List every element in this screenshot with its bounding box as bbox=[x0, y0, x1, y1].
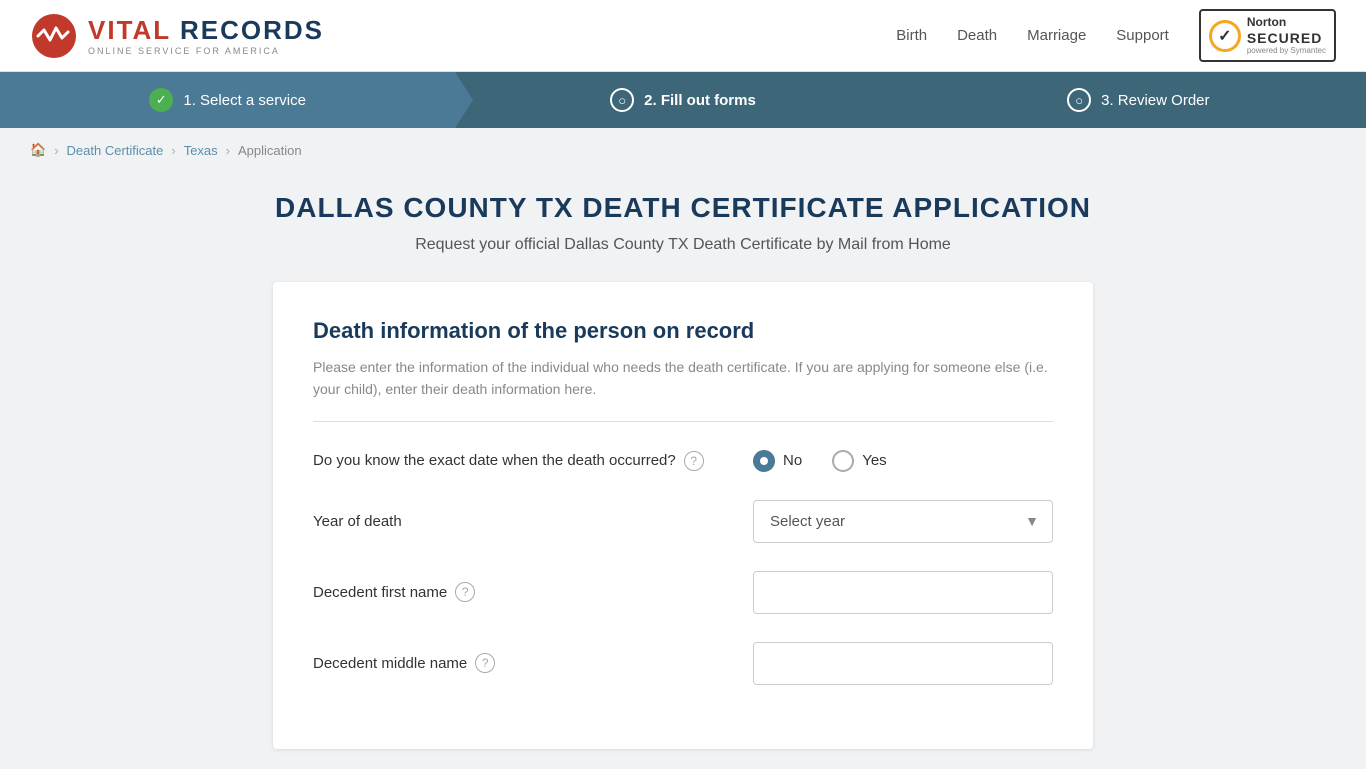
middle-name-label: Decedent middle name ? bbox=[313, 653, 733, 673]
norton-badge: ✓ Norton SECURED powered by Symantec bbox=[1199, 9, 1336, 62]
radio-yes-label: Yes bbox=[862, 452, 886, 469]
form-section-title: Death information of the person on recor… bbox=[313, 318, 1053, 344]
first-name-label: Decedent first name ? bbox=[313, 582, 733, 602]
nav-support[interactable]: Support bbox=[1116, 27, 1169, 44]
step2-icon: ○ bbox=[610, 88, 634, 112]
first-name-row: Decedent first name ? bbox=[313, 571, 1053, 614]
year-of-death-label: Year of death bbox=[313, 513, 733, 530]
radio-no-label: No bbox=[783, 452, 802, 469]
nav-birth[interactable]: Birth bbox=[896, 27, 927, 44]
year-of-death-select[interactable]: Select year20242023202220212020201920182… bbox=[753, 500, 1053, 543]
radio-yes-option[interactable]: Yes bbox=[832, 450, 886, 472]
progress-bar: ✓ 1. Select a service ○ 2. Fill out form… bbox=[0, 72, 1366, 128]
exact-date-radio-group: No Yes bbox=[753, 450, 1053, 472]
header: VITAL RECORDS ONLINE SERVICE FOR AMERICA… bbox=[0, 0, 1366, 72]
breadcrumb-home[interactable]: 🏠 bbox=[30, 142, 46, 158]
progress-step-1: ✓ 1. Select a service bbox=[0, 72, 455, 128]
middle-name-help-icon[interactable]: ? bbox=[475, 653, 495, 673]
logo-text: VITAL RECORDS ONLINE SERVICE FOR AMERICA bbox=[88, 15, 324, 56]
step3-icon: ○ bbox=[1067, 88, 1091, 112]
page-title: DALLAS COUNTY TX DEATH CERTIFICATE APPLI… bbox=[273, 192, 1093, 224]
step1-icon: ✓ bbox=[149, 88, 173, 112]
progress-step-3: ○ 3. Review Order bbox=[911, 72, 1366, 128]
middle-name-input-wrapper bbox=[753, 642, 1053, 685]
logo-vital-text: VITAL bbox=[88, 15, 171, 45]
form-card: Death information of the person on recor… bbox=[273, 282, 1093, 749]
nav-marriage[interactable]: Marriage bbox=[1027, 27, 1086, 44]
logo-records-text: RECORDS bbox=[180, 15, 324, 45]
step3-label: 3. Review Order bbox=[1101, 92, 1209, 109]
breadcrumb-death-cert[interactable]: Death Certificate bbox=[67, 143, 164, 158]
main-content: DALLAS COUNTY TX DEATH CERTIFICATE APPLI… bbox=[253, 192, 1113, 749]
year-of-death-row: Year of death Select year202420232022202… bbox=[313, 500, 1053, 543]
page-subtitle: Request your official Dallas County TX D… bbox=[273, 236, 1093, 254]
radio-no-option[interactable]: No bbox=[753, 450, 802, 472]
progress-step-2: ○ 2. Fill out forms bbox=[455, 72, 910, 128]
breadcrumb: 🏠 › Death Certificate › Texas › Applicat… bbox=[0, 128, 1366, 172]
main-nav: Birth Death Marriage Support ✓ Norton SE… bbox=[896, 9, 1336, 62]
breadcrumb-application: Application bbox=[238, 143, 302, 158]
norton-powered-label: powered by Symantec bbox=[1247, 46, 1326, 56]
step2-label: 2. Fill out forms bbox=[644, 92, 756, 109]
norton-top-label: Norton bbox=[1247, 15, 1326, 29]
breadcrumb-texas[interactable]: Texas bbox=[184, 143, 218, 158]
form-section-desc: Please enter the information of the indi… bbox=[313, 356, 1053, 401]
year-select-container: Select year20242023202220212020201920182… bbox=[753, 500, 1053, 543]
breadcrumb-sep-3: › bbox=[226, 143, 230, 158]
exact-date-label: Do you know the exact date when the deat… bbox=[313, 451, 733, 471]
breadcrumb-sep-2: › bbox=[171, 143, 175, 158]
middle-name-row: Decedent middle name ? bbox=[313, 642, 1053, 685]
exact-date-row: Do you know the exact date when the deat… bbox=[313, 450, 1053, 472]
breadcrumb-sep-1: › bbox=[54, 143, 58, 158]
radio-no-circle bbox=[753, 450, 775, 472]
middle-name-input[interactable] bbox=[753, 642, 1053, 685]
step1-label: 1. Select a service bbox=[183, 92, 306, 109]
radio-yes-circle bbox=[832, 450, 854, 472]
first-name-input-wrapper bbox=[753, 571, 1053, 614]
first-name-input[interactable] bbox=[753, 571, 1053, 614]
norton-check-icon: ✓ bbox=[1209, 20, 1241, 52]
logo-icon bbox=[30, 12, 78, 60]
first-name-help-icon[interactable]: ? bbox=[455, 582, 475, 602]
exact-date-help-icon[interactable]: ? bbox=[684, 451, 704, 471]
year-select-wrapper: Select year20242023202220212020201920182… bbox=[753, 500, 1053, 543]
logo-area: VITAL RECORDS ONLINE SERVICE FOR AMERICA bbox=[30, 12, 324, 60]
nav-death[interactable]: Death bbox=[957, 27, 997, 44]
logo-subtext: ONLINE SERVICE FOR AMERICA bbox=[88, 46, 324, 56]
norton-secured-label: SECURED bbox=[1247, 30, 1326, 47]
form-divider bbox=[313, 421, 1053, 422]
